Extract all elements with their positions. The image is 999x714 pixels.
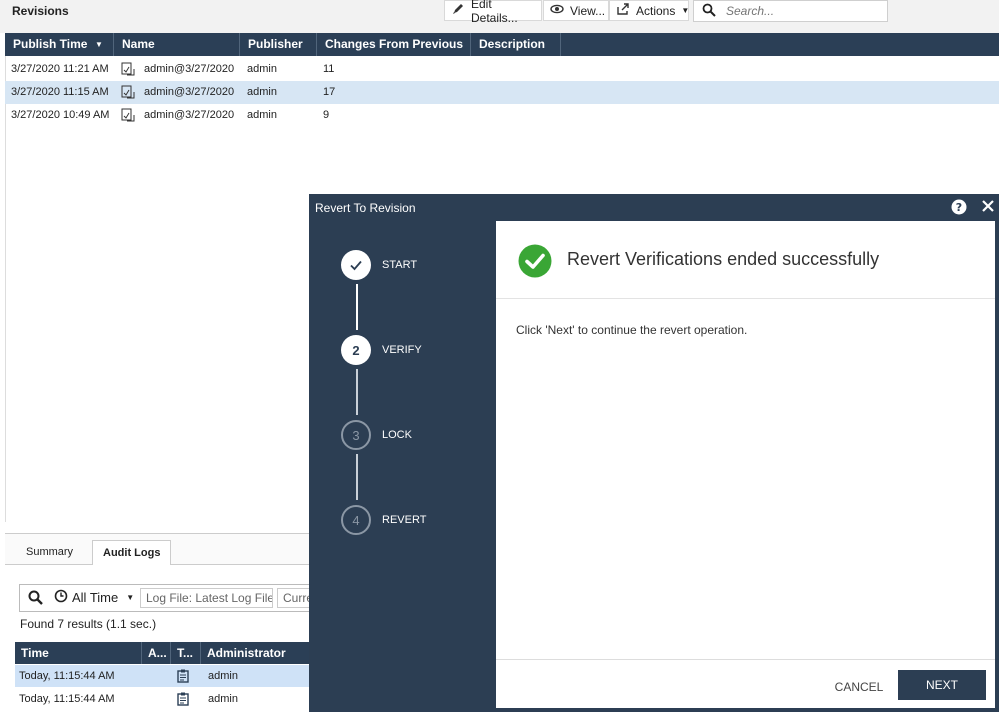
table-row[interactable]: 3/27/2020 11:21 AM admin@3/27/2020 admin… <box>5 58 999 81</box>
next-button[interactable]: NEXT <box>898 670 986 700</box>
step-start-label: START <box>382 259 418 271</box>
revisions-table-header: Publish Time ▼ Name Publisher Changes Fr… <box>5 33 999 56</box>
column-action[interactable]: A... <box>142 642 171 664</box>
revisions-title: Revisions <box>12 4 69 18</box>
audit-table-header: Time A... T... Administrator <box>15 642 309 664</box>
revision-icon <box>121 108 135 122</box>
audit-row[interactable]: Today, 11:15:44 AM admin <box>15 688 309 710</box>
column-description[interactable]: Description <box>471 33 561 56</box>
column-publish-time[interactable]: Publish Time ▼ <box>5 33 114 56</box>
search-icon <box>702 3 716 20</box>
actions-label: Actions <box>636 3 676 18</box>
caret-down-icon: ▼ <box>126 593 135 602</box>
step-connector <box>356 284 358 330</box>
cancel-button[interactable]: CANCEL <box>819 672 899 702</box>
clock-icon <box>54 589 68 606</box>
view-button[interactable]: View... <box>543 0 609 21</box>
table-row[interactable]: 3/27/2020 10:49 AM admin@3/27/2020 admin… <box>5 104 999 127</box>
revision-icon <box>121 85 135 99</box>
tab-summary[interactable]: Summary <box>16 540 83 565</box>
help-icon[interactable]: ? <box>951 199 967 215</box>
step-connector <box>356 369 358 415</box>
caret-down-icon: ▼ <box>681 6 690 15</box>
actions-menu-button[interactable]: Actions ▼ <box>609 0 689 21</box>
share-export-icon <box>616 2 630 19</box>
step-lock-label: LOCK <box>382 429 412 441</box>
column-time[interactable]: Time <box>15 642 142 664</box>
step-verify-number: 2 <box>341 335 371 365</box>
column-publisher[interactable]: Publisher <box>240 33 317 56</box>
audit-filter-bar: All Time ▼ Log File: Latest Log File Cur… <box>19 584 319 612</box>
step-verify-label: VERIFY <box>382 344 422 356</box>
instruction-text: Click 'Next' to continue the revert oper… <box>516 323 748 337</box>
search-field[interactable] <box>693 0 888 22</box>
revert-dialog: Revert To Revision ? START 2 VERIFY 3 LO… <box>309 194 999 712</box>
column-type[interactable]: T... <box>171 642 201 664</box>
audit-row[interactable]: Today, 11:15:44 AM admin <box>15 665 309 687</box>
svg-text:?: ? <box>956 201 962 214</box>
sort-desc-icon: ▼ <box>95 40 103 49</box>
result-title: Revert Verifications ended successfully <box>567 249 880 269</box>
dialog-footer: CANCEL NEXT <box>496 659 995 709</box>
clipboard-icon <box>177 669 191 683</box>
column-changes[interactable]: Changes From Previous <box>317 33 471 56</box>
search-input[interactable] <box>724 3 878 19</box>
close-icon[interactable] <box>979 197 997 215</box>
time-filter-dropdown[interactable]: All Time ▼ <box>54 589 134 606</box>
search-icon[interactable] <box>28 590 44 609</box>
view-label: View... <box>570 3 606 18</box>
step-revert-label: REVERT <box>382 514 427 526</box>
step-lock-number: 3 <box>341 420 371 450</box>
log-file-selector[interactable]: Log File: Latest Log File <box>140 588 273 608</box>
column-administrator[interactable]: Administrator <box>201 642 309 664</box>
revisions-toolbar: Revisions Edit Details... View... Action… <box>0 0 999 33</box>
column-name[interactable]: Name <box>114 33 240 56</box>
result-header: Revert Verifications ended successfully <box>496 221 995 299</box>
edit-details-label: Edit Details... <box>471 0 518 25</box>
dialog-title: Revert To Revision <box>315 201 416 215</box>
dialog-content: Revert Verifications ended successfully … <box>496 221 995 708</box>
success-check-icon <box>518 244 552 278</box>
results-count: Found 7 results (1.1 sec.) <box>20 617 157 631</box>
step-revert-number: 4 <box>341 505 371 535</box>
revision-icon <box>121 62 135 76</box>
pencil-icon <box>451 2 465 19</box>
edit-details-button[interactable]: Edit Details... <box>444 0 542 25</box>
tab-audit-logs[interactable]: Audit Logs <box>92 540 172 565</box>
clipboard-icon <box>177 692 191 706</box>
eye-icon <box>550 2 564 19</box>
step-start-check-icon <box>341 250 371 280</box>
table-row[interactable]: 3/27/2020 11:15 AM admin@3/27/2020 admin… <box>5 81 999 104</box>
step-connector <box>356 454 358 500</box>
